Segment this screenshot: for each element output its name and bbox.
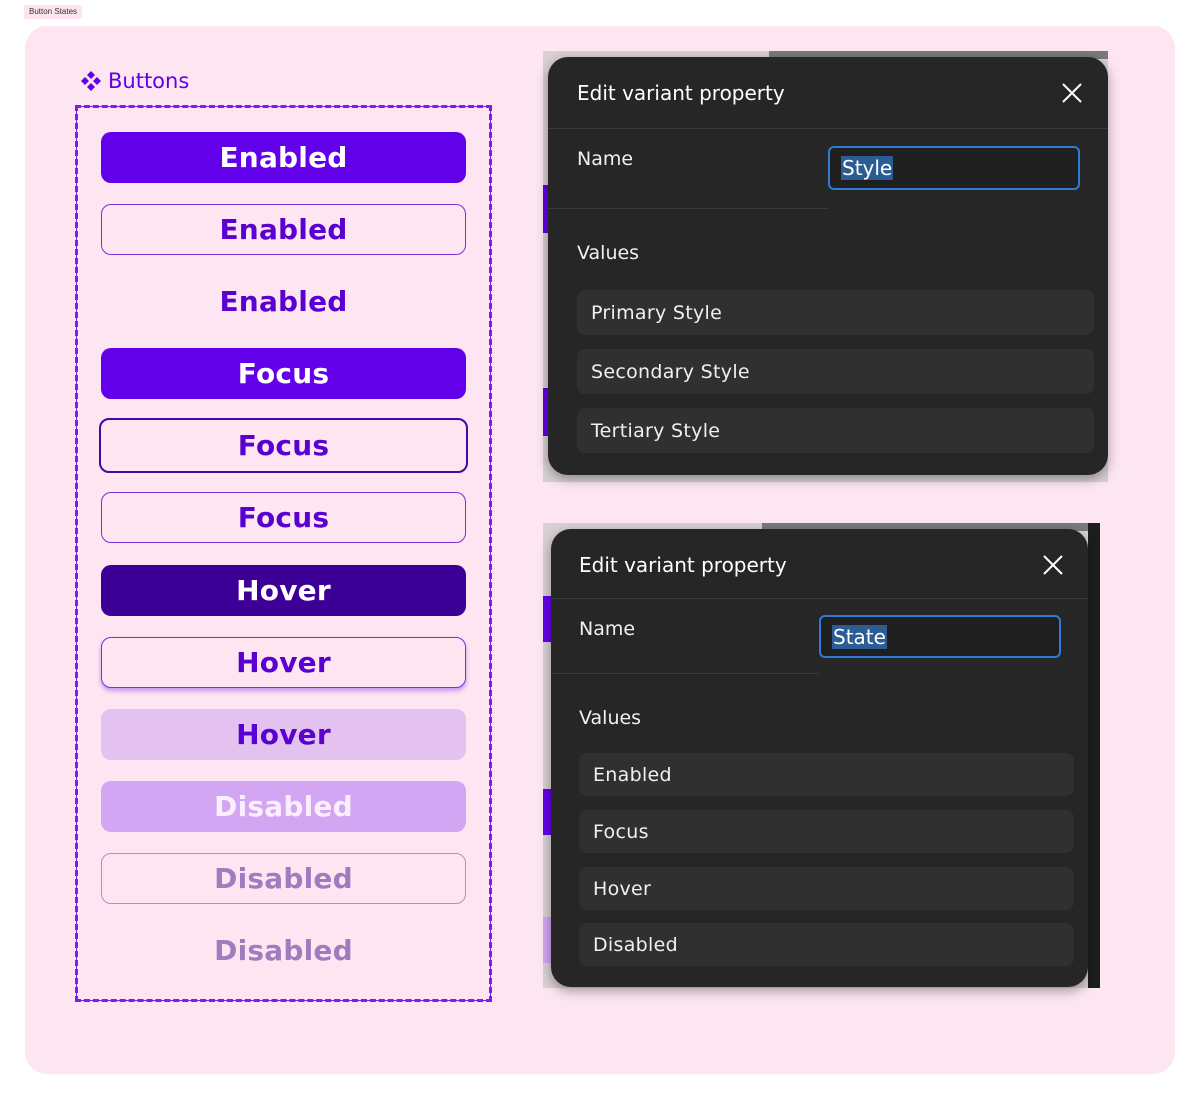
values-label: Values	[577, 242, 640, 264]
dialog-divider	[548, 208, 828, 209]
name-input[interactable]: Style	[828, 146, 1080, 190]
value-item[interactable]: Primary Style	[577, 290, 1094, 335]
value-item[interactable]: Focus	[579, 810, 1074, 853]
value-item[interactable]: Enabled	[579, 753, 1074, 796]
dialog-divider	[551, 598, 1088, 599]
value-item[interactable]: Secondary Style	[577, 349, 1094, 394]
button-secondary-hover[interactable]: Hover	[101, 637, 466, 688]
dialog-title: Edit variant property	[577, 81, 785, 105]
value-item[interactable]: Hover	[579, 867, 1074, 910]
value-item[interactable]: Tertiary Style	[577, 408, 1094, 453]
component-set-name: Buttons	[108, 69, 190, 93]
canvas-peek-button	[543, 917, 551, 963]
button-tertiary-enabled[interactable]: Enabled	[101, 276, 466, 327]
dialog-divider	[551, 673, 819, 674]
button-tertiary-focus[interactable]: Focus	[101, 492, 466, 543]
component-set-label[interactable]: Buttons	[80, 68, 189, 94]
close-icon[interactable]	[1060, 81, 1084, 105]
button-tertiary-hover[interactable]: Hover	[101, 709, 466, 760]
edit-variant-dialog-state: Edit variant property Name State Values …	[551, 529, 1088, 987]
name-input-value: State	[832, 624, 887, 649]
dialog-divider	[548, 128, 1108, 129]
name-label: Name	[577, 148, 634, 170]
name-input-value: Style	[841, 156, 894, 180]
component-diamond-icon	[81, 71, 101, 91]
value-item[interactable]: Disabled	[579, 923, 1074, 966]
screenshot-edge	[1088, 523, 1100, 988]
canvas-peek-button	[543, 596, 551, 642]
canvas-peek-button	[543, 789, 551, 835]
button-secondary-disabled[interactable]: Disabled	[101, 853, 466, 904]
dialog-title: Edit variant property	[579, 553, 787, 577]
button-primary-disabled[interactable]: Disabled	[101, 781, 466, 832]
button-secondary-enabled[interactable]: Enabled	[101, 204, 466, 255]
button-primary-focus[interactable]: Focus	[101, 348, 466, 399]
button-primary-enabled[interactable]: Enabled	[101, 132, 466, 183]
name-input[interactable]: State	[819, 615, 1061, 658]
values-label: Values	[579, 707, 642, 729]
button-tertiary-disabled[interactable]: Disabled	[101, 925, 466, 976]
button-primary-hover[interactable]: Hover	[101, 565, 466, 616]
button-secondary-focus[interactable]: Focus	[99, 418, 468, 473]
frame-tag[interactable]: Button States	[24, 5, 83, 19]
close-icon[interactable]	[1041, 553, 1065, 577]
edit-variant-dialog-style: Edit variant property Name Style Values …	[548, 57, 1108, 475]
name-label: Name	[579, 618, 636, 640]
